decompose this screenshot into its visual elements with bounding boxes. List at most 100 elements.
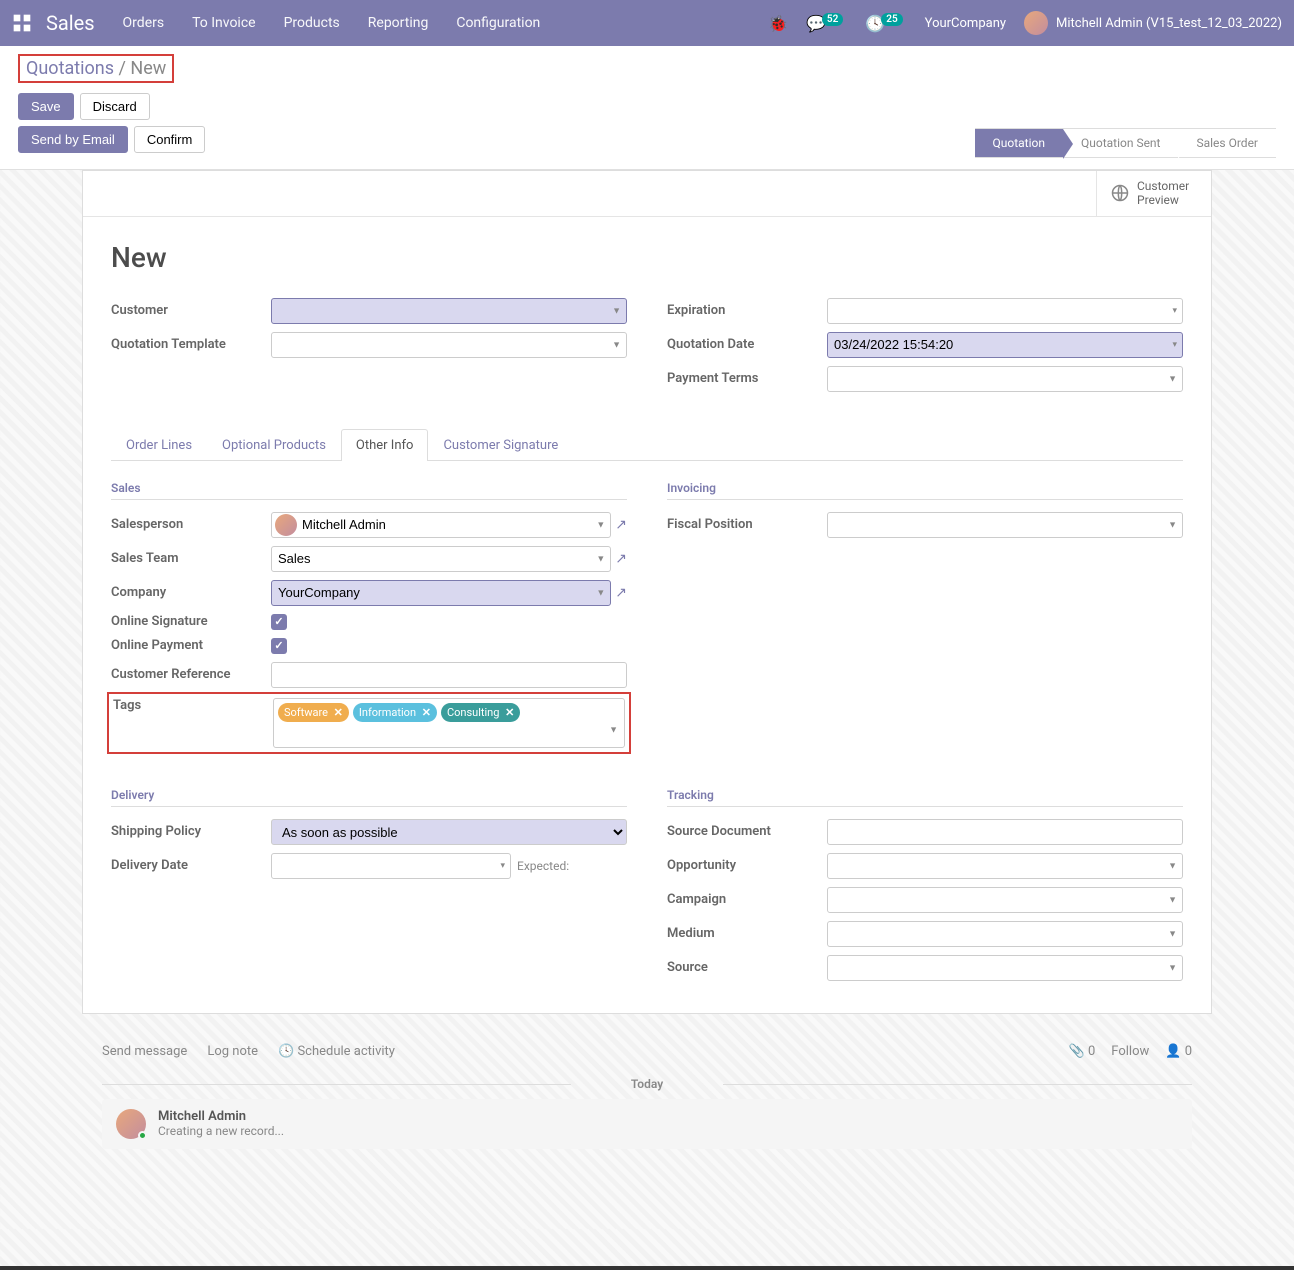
customer-preview-button[interactable]: Customer Preview xyxy=(1096,171,1211,216)
follow-button[interactable]: Follow xyxy=(1111,1044,1149,1059)
messages-icon[interactable]: 💬52 xyxy=(806,14,847,33)
tab-optional-products[interactable]: Optional Products xyxy=(207,429,341,461)
shipping-policy-select[interactable]: As soon as possible xyxy=(271,819,627,845)
tags-input[interactable]: Software ✕Information ✕Consulting ✕ ▼ xyxy=(273,698,625,748)
tab-order-lines[interactable]: Order Lines xyxy=(111,429,207,461)
label-fiscal-position: Fiscal Position xyxy=(667,517,827,532)
campaign-input[interactable] xyxy=(827,887,1183,913)
activities-icon[interactable]: 🕓25 xyxy=(865,14,906,33)
top-navbar: Sales Orders To Invoice Products Reporti… xyxy=(0,0,1294,46)
tag-consulting[interactable]: Consulting ✕ xyxy=(441,703,520,722)
today-separator: Today xyxy=(102,1077,1192,1091)
tag-remove-icon[interactable]: ✕ xyxy=(422,706,431,719)
label-tags: Tags xyxy=(113,698,141,713)
form-sheet: Customer Preview New Customer ▼ Quotatio… xyxy=(82,170,1212,1014)
external-link-icon[interactable]: ↗ xyxy=(615,585,627,601)
tag-remove-icon[interactable]: ✕ xyxy=(505,706,514,719)
label-quotation-template: Quotation Template xyxy=(111,337,271,352)
breadcrumb-current: New xyxy=(130,58,166,79)
app-brand[interactable]: Sales xyxy=(46,11,95,35)
nav-orders[interactable]: Orders xyxy=(123,15,165,31)
nav-products[interactable]: Products xyxy=(284,15,340,31)
log-note-link[interactable]: Log note xyxy=(207,1044,258,1059)
quotation-date-input[interactable] xyxy=(827,332,1183,358)
section-invoicing: Invoicing xyxy=(667,481,1183,500)
label-expiration: Expiration xyxy=(667,303,827,318)
label-shipping-policy: Shipping Policy xyxy=(111,824,271,839)
customer-reference-input[interactable] xyxy=(271,662,627,688)
message-author: Mitchell Admin xyxy=(158,1109,284,1124)
source-input[interactable] xyxy=(827,955,1183,981)
bottom-bar xyxy=(0,1266,1294,1270)
label-opportunity: Opportunity xyxy=(667,858,827,873)
discard-button[interactable]: Discard xyxy=(80,93,150,120)
status-quotation[interactable]: Quotation xyxy=(975,128,1063,158)
record-title: New xyxy=(111,241,1183,274)
nav-to-invoice[interactable]: To Invoice xyxy=(192,15,256,31)
label-sales-team: Sales Team xyxy=(111,551,271,566)
label-payment-terms: Payment Terms xyxy=(667,371,827,386)
customer-input[interactable] xyxy=(271,298,627,324)
label-company: Company xyxy=(111,585,271,600)
company-input[interactable] xyxy=(271,580,611,606)
schedule-activity-link[interactable]: 🕓 Schedule activity xyxy=(278,1044,395,1059)
tab-other-info[interactable]: Other Info xyxy=(341,429,429,461)
external-link-icon[interactable]: ↗ xyxy=(615,551,627,567)
status-sales-order[interactable]: Sales Order xyxy=(1178,128,1276,158)
delivery-date-input[interactable] xyxy=(271,853,511,879)
expected-label: Expected: xyxy=(517,859,569,873)
medium-input[interactable] xyxy=(827,921,1183,947)
external-link-icon[interactable]: ↗ xyxy=(615,517,627,533)
source-document-input[interactable] xyxy=(827,819,1183,845)
debug-icon[interactable]: 🐞 xyxy=(768,14,788,33)
nav-configuration[interactable]: Configuration xyxy=(456,15,540,31)
expiration-input[interactable] xyxy=(827,298,1183,324)
label-source: Source xyxy=(667,960,827,975)
apps-icon[interactable] xyxy=(12,13,32,33)
payment-terms-input[interactable] xyxy=(827,366,1183,392)
caret-icon: ▼ xyxy=(609,724,618,735)
label-customer: Customer xyxy=(111,303,271,318)
tag-software[interactable]: Software ✕ xyxy=(278,703,349,722)
section-sales: Sales xyxy=(111,481,627,500)
status-bar: Quotation Quotation Sent Sales Order xyxy=(975,128,1277,158)
label-online-signature: Online Signature xyxy=(111,614,271,629)
section-tracking: Tracking xyxy=(667,788,1183,807)
sales-team-input[interactable] xyxy=(271,546,611,572)
confirm-button[interactable]: Confirm xyxy=(134,126,206,153)
opportunity-input[interactable] xyxy=(827,853,1183,879)
tab-customer-signature[interactable]: Customer Signature xyxy=(428,429,573,461)
tag-information[interactable]: Information ✕ xyxy=(353,703,437,722)
log-message: Mitchell Admin Creating a new record... xyxy=(102,1099,1192,1149)
status-quotation-sent[interactable]: Quotation Sent xyxy=(1063,128,1179,158)
label-quotation-date: Quotation Date xyxy=(667,337,827,352)
nav-user[interactable]: Mitchell Admin (V15_test_12_03_2022) xyxy=(1024,11,1282,35)
globe-icon xyxy=(1111,184,1129,202)
tag-remove-icon[interactable]: ✕ xyxy=(334,706,343,719)
attachment-count[interactable]: 📎 0 xyxy=(1069,1044,1096,1059)
control-bar: Quotations / New Save Discard Send by Em… xyxy=(0,46,1294,170)
follower-count[interactable]: 👤 0 xyxy=(1165,1044,1192,1059)
nav-reporting[interactable]: Reporting xyxy=(368,15,429,31)
salesperson-input[interactable] xyxy=(271,512,611,538)
chatter: Send message Log note 🕓 Schedule activit… xyxy=(82,1034,1212,1189)
message-body: Creating a new record... xyxy=(158,1124,284,1138)
breadcrumb-parent[interactable]: Quotations xyxy=(26,58,114,79)
save-button[interactable]: Save xyxy=(18,93,74,120)
label-delivery-date: Delivery Date xyxy=(111,858,271,873)
send-email-button[interactable]: Send by Email xyxy=(18,126,128,153)
send-message-link[interactable]: Send message xyxy=(102,1044,187,1059)
salesperson-avatar-icon xyxy=(275,514,297,536)
breadcrumb: Quotations / New xyxy=(18,54,174,83)
quotation-template-input[interactable] xyxy=(271,332,627,358)
user-avatar-icon xyxy=(1024,11,1048,35)
online-signature-checkbox[interactable] xyxy=(271,614,287,630)
label-online-payment: Online Payment xyxy=(111,638,271,653)
label-customer-reference: Customer Reference xyxy=(111,667,271,682)
fiscal-position-input[interactable] xyxy=(827,512,1183,538)
tab-bar: Order Lines Optional Products Other Info… xyxy=(111,428,1183,461)
section-delivery: Delivery xyxy=(111,788,627,807)
label-source-document: Source Document xyxy=(667,824,827,839)
nav-company[interactable]: YourCompany xyxy=(925,16,1006,31)
online-payment-checkbox[interactable] xyxy=(271,638,287,654)
